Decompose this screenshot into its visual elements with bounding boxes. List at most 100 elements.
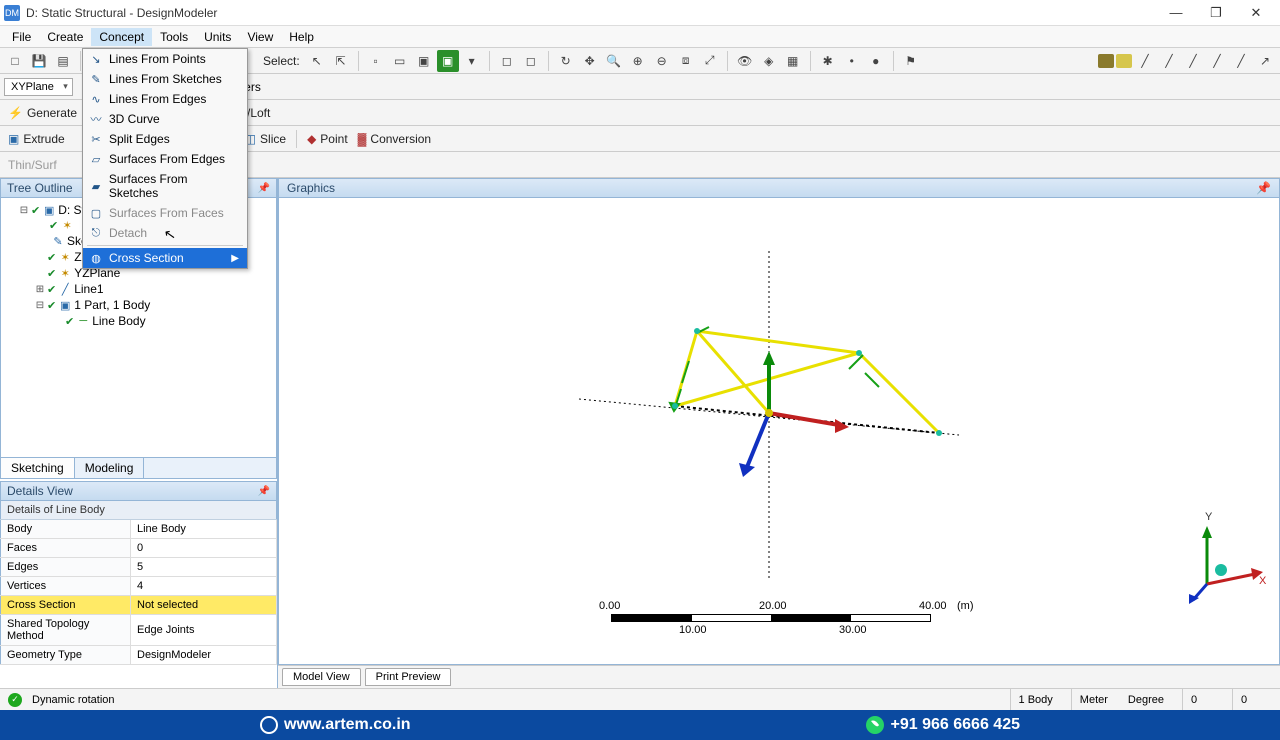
look-icon[interactable]: 👁 (734, 50, 756, 72)
details-row: Vertices4 (1, 577, 277, 596)
scale-bar: 0.00 20.00 40.00 (m) 10.00 30.00 (599, 600, 1259, 640)
lines-sketches-icon: ✎ (89, 72, 103, 86)
menu-view[interactable]: View (239, 28, 281, 46)
plane-combo[interactable]: XYPlane (4, 78, 73, 96)
graphics-pin-icon[interactable]: 📌 (1256, 181, 1271, 195)
pin-icon[interactable]: 📌 (258, 183, 270, 194)
tree-line1[interactable]: ⊞✔╱Line1 (35, 281, 274, 297)
model-svg (279, 198, 1279, 664)
surf-sketches-icon: ▰ (89, 179, 103, 193)
loft-button[interactable]: /Loft (247, 106, 270, 120)
menu-units[interactable]: Units (196, 28, 239, 46)
thin-button[interactable]: Thin/Surf (8, 158, 57, 172)
shade2-icon[interactable] (1116, 54, 1132, 68)
tree-linebody[interactable]: ✔─Line Body (51, 313, 274, 329)
box2-icon[interactable]: ◻ (520, 50, 542, 72)
window-title: D: Static Structural - DesignModeler (26, 6, 1156, 20)
face-icon[interactable]: ▣ (413, 50, 435, 72)
maximize-button[interactable]: ❐ (1196, 2, 1236, 24)
menu-surfaces-from-sketches[interactable]: ▰Surfaces From Sketches (83, 169, 247, 203)
pan-icon[interactable]: ✥ (579, 50, 601, 72)
whatsapp-icon (865, 715, 885, 735)
pin-icon[interactable]: • (841, 50, 863, 72)
zoomin-icon[interactable]: ⊕ (627, 50, 649, 72)
globe-icon (260, 716, 278, 734)
surf-edges-icon: ▱ (89, 152, 103, 166)
menu-concept[interactable]: Concept (91, 28, 152, 46)
pointer-icon[interactable]: ↖ (306, 50, 328, 72)
tab-sketching[interactable]: Sketching (1, 458, 75, 478)
edge6-icon[interactable]: ↗ (1254, 50, 1276, 72)
menu-lines-from-edges[interactable]: ∿Lines From Edges (83, 89, 247, 109)
generate-button[interactable]: ⚡Generate (8, 106, 77, 120)
status-count2: 0 (1232, 689, 1272, 710)
tab-printpreview[interactable]: Print Preview (365, 668, 452, 686)
conversion-button[interactable]: ▓Conversion (358, 132, 431, 146)
status-ok-icon: ✓ (8, 693, 22, 707)
details-header-label: Details View (7, 484, 73, 498)
menu-tools[interactable]: Tools (152, 28, 196, 46)
zoom-icon[interactable]: 🔍 (603, 50, 625, 72)
edge-icon[interactable]: ▭ (389, 50, 411, 72)
tab-modeling[interactable]: Modeling (75, 458, 145, 478)
footer-url: www.artem.co.in (260, 716, 411, 734)
shade-icon[interactable] (1098, 54, 1114, 68)
details-row: Edges5 (1, 558, 277, 577)
menu-cross-section[interactable]: ◍Cross Section▶ (83, 248, 247, 268)
details-row: Faces0 (1, 539, 277, 558)
detach-icon: ⎋ (89, 226, 103, 240)
close-button[interactable]: ✕ (1236, 2, 1276, 24)
body-icon[interactable]: ▣ (437, 50, 459, 72)
edge2-icon[interactable]: ╱ (1158, 50, 1180, 72)
slice-button[interactable]: ◫Slice (245, 132, 286, 146)
footer-phone: +91 966 6666 425 (865, 715, 1020, 735)
extrude-button[interactable]: ▣Extrude (8, 132, 65, 146)
menu-file[interactable]: File (4, 28, 39, 46)
menu-help[interactable]: Help (281, 28, 322, 46)
iso-icon[interactable]: ◈ (758, 50, 780, 72)
surf-faces-icon: ▢ (89, 206, 103, 220)
axis-x-label: X (1259, 575, 1267, 587)
view-icon[interactable]: ▦ (782, 50, 804, 72)
graphics-viewport[interactable]: 0.00 20.00 40.00 (m) 10.00 30.00 Y (278, 198, 1280, 665)
rotate-icon[interactable]: ↻ (555, 50, 577, 72)
menu-3d-curve[interactable]: 〰3D Curve (83, 109, 247, 129)
edge4-icon[interactable]: ╱ (1206, 50, 1228, 72)
tab-modelview[interactable]: Model View (282, 668, 361, 686)
drop-icon[interactable]: ▾ (461, 50, 483, 72)
menu-create[interactable]: Create (39, 28, 91, 46)
lines-edges-icon: ∿ (89, 92, 103, 106)
dot-icon[interactable]: ● (865, 50, 887, 72)
zoombox-icon[interactable]: ⧈ (675, 50, 697, 72)
save-icon[interactable]: 💾 (28, 50, 50, 72)
edge5-icon[interactable]: ╱ (1230, 50, 1252, 72)
print-icon[interactable]: ▤ (52, 50, 74, 72)
tree-part[interactable]: ⊟✔▣1 Part, 1 Body (35, 297, 274, 313)
minimize-button[interactable]: — (1156, 2, 1196, 24)
menu-lines-from-points[interactable]: ↘Lines From Points (83, 49, 247, 69)
details-group: Details of Line Body (1, 501, 277, 520)
arrow-icon[interactable]: ⇱ (330, 50, 352, 72)
view-tabs: Model View Print Preview (278, 665, 1280, 688)
flag-icon[interactable]: ⚑ (900, 50, 922, 72)
new-icon[interactable]: □ (4, 50, 26, 72)
status-selection: 1 Body (1010, 689, 1061, 710)
menu-surfaces-from-edges[interactable]: ▱Surfaces From Edges (83, 149, 247, 169)
split-icon: ✂ (89, 132, 103, 146)
menu-split-edges[interactable]: ✂Split Edges (83, 129, 247, 149)
details-pin-icon[interactable]: 📌 (258, 486, 270, 497)
zoomout-icon[interactable]: ⊖ (651, 50, 673, 72)
select-label: Select: (259, 54, 304, 68)
edge3-icon[interactable]: ╱ (1182, 50, 1204, 72)
snap-icon[interactable]: ✱ (817, 50, 839, 72)
box-icon[interactable]: ◻ (496, 50, 518, 72)
vert-icon[interactable]: ▫ (365, 50, 387, 72)
fit-icon[interactable]: ⤢ (699, 50, 721, 72)
axis-triad[interactable]: Y X (1177, 504, 1267, 604)
lines-points-icon: ↘ (89, 52, 103, 66)
point-button[interactable]: ◆Point (307, 132, 348, 146)
menu-lines-from-sketches[interactable]: ✎Lines From Sketches (83, 69, 247, 89)
edge1-icon[interactable]: ╱ (1134, 50, 1156, 72)
status-unit-length: Meter (1071, 689, 1116, 710)
details-row: BodyLine Body (1, 520, 277, 539)
